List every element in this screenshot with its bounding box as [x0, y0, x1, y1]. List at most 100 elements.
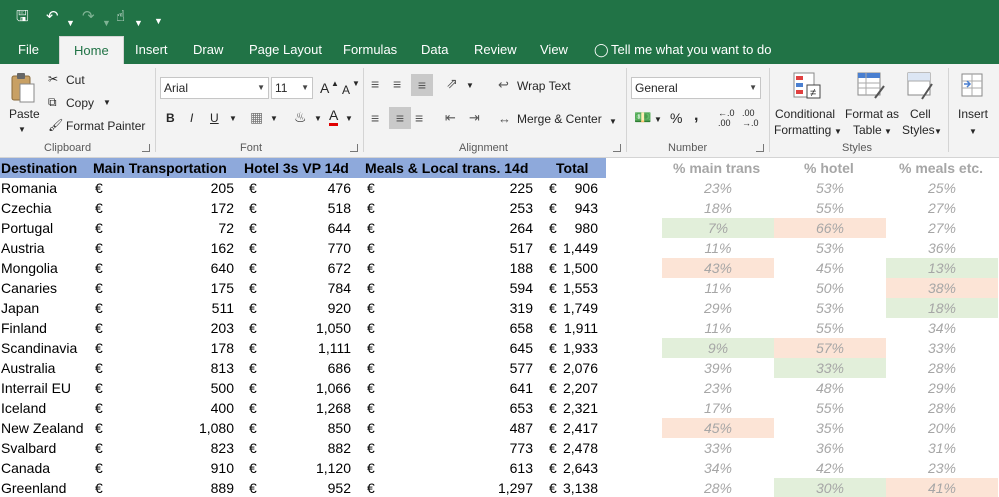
cell-pct-hotel[interactable]: 53%	[774, 238, 886, 258]
cell-currency[interactable]: €	[549, 199, 557, 217]
cell-pct-hotel[interactable]: 33%	[774, 358, 886, 378]
number-format-dropdown-icon[interactable]: ▼	[749, 78, 757, 98]
cell-pct-hotel[interactable]: 55%	[774, 398, 886, 418]
cell-main-transport[interactable]: 511	[150, 299, 234, 317]
cell-pct-main[interactable]: 11%	[662, 318, 774, 338]
cell-meals[interactable]: 658	[420, 319, 533, 337]
cell-pct-main[interactable]: 7%	[662, 218, 774, 238]
cell-currency[interactable]: €	[367, 479, 375, 497]
cell-meals[interactable]: 319	[420, 299, 533, 317]
cell-main-transport[interactable]: 640	[150, 259, 234, 277]
cell-hotel[interactable]: 476	[270, 179, 351, 197]
cell-pct-main[interactable]: 11%	[662, 278, 774, 298]
touch-dropdown-icon[interactable]: ▼	[134, 12, 143, 34]
align-top-icon[interactable]: ≡	[371, 76, 379, 92]
cell-currency[interactable]: €	[549, 419, 557, 437]
cell-meals[interactable]: 487	[420, 419, 533, 437]
font-name-combo[interactable]: Arial ▼	[160, 77, 269, 99]
format-as-table-label[interactable]: Table	[853, 122, 882, 138]
cell-destination[interactable]: Austria	[1, 239, 45, 257]
cell-pct-main[interactable]: 23%	[662, 378, 774, 398]
font-color-dropdown-icon[interactable]: ▼	[345, 111, 353, 127]
header-pct-meals[interactable]: % meals etc.	[899, 159, 983, 177]
cell-currency[interactable]: €	[367, 379, 375, 397]
cell-hotel[interactable]: 1,120	[270, 459, 351, 477]
tab-draw[interactable]: Draw	[193, 36, 223, 64]
number-format-combo[interactable]: General ▼	[631, 77, 761, 99]
cell-hotel[interactable]: 770	[270, 239, 351, 257]
cell-destination[interactable]: Romania	[1, 179, 57, 197]
align-right-icon[interactable]: ≡	[415, 110, 423, 126]
cut-button[interactable]: Cut	[66, 72, 85, 88]
cell-total[interactable]: 1,500	[558, 259, 598, 277]
cell-destination[interactable]: Svalbard	[1, 439, 56, 457]
worksheet-grid[interactable]: Destination Main Transportation Hotel 3s…	[0, 158, 999, 497]
cell-currency[interactable]: €	[549, 439, 557, 457]
cell-currency[interactable]: €	[367, 299, 375, 317]
cell-pct-meals[interactable]: 36%	[886, 238, 998, 258]
cell-currency[interactable]: €	[249, 319, 257, 337]
cell-currency[interactable]: €	[367, 279, 375, 297]
cell-destination[interactable]: New Zealand	[1, 419, 84, 437]
cell-meals[interactable]: 577	[420, 359, 533, 377]
cell-styles-button[interactable]: Cell	[910, 106, 931, 122]
format-painter-icon[interactable]: 🖌	[48, 117, 63, 133]
cell-hotel[interactable]: 644	[270, 219, 351, 237]
cell-currency[interactable]: €	[95, 239, 103, 257]
merge-center-dropdown-icon[interactable]: ▼	[609, 114, 617, 130]
format-as-table-icon[interactable]	[857, 72, 885, 100]
cell-pct-meals[interactable]: 18%	[886, 298, 998, 318]
tab-page-layout[interactable]: Page Layout	[249, 36, 322, 64]
insert-cells-icon[interactable]	[960, 72, 986, 100]
cell-total[interactable]: 943	[558, 199, 598, 217]
format-as-table-dropdown-icon[interactable]: ▼	[884, 124, 892, 140]
cell-pct-main[interactable]: 18%	[662, 198, 774, 218]
cell-total[interactable]: 2,207	[558, 379, 598, 397]
cell-total[interactable]: 1,449	[558, 239, 598, 257]
cell-pct-hotel[interactable]: 50%	[774, 278, 886, 298]
header-destination[interactable]: Destination	[1, 159, 77, 177]
cell-currency[interactable]: €	[367, 239, 375, 257]
decrease-decimal-icon[interactable]: .00 →.0	[742, 108, 759, 128]
increase-decimal-icon[interactable]: ←.0.00	[718, 108, 735, 128]
redo-dropdown-icon[interactable]: ▼	[102, 12, 111, 34]
cell-main-transport[interactable]: 889	[150, 479, 234, 497]
cell-total[interactable]: 1,911	[558, 319, 598, 337]
percent-style-button[interactable]: %	[670, 110, 682, 126]
cell-destination[interactable]: Canada	[1, 459, 50, 477]
cell-currency[interactable]: €	[367, 199, 375, 217]
cell-pct-main[interactable]: 33%	[662, 438, 774, 458]
cell-main-transport[interactable]: 910	[150, 459, 234, 477]
cell-currency[interactable]: €	[367, 319, 375, 337]
cell-pct-hotel[interactable]: 36%	[774, 438, 886, 458]
cell-destination[interactable]: Iceland	[1, 399, 46, 417]
cell-currency[interactable]: €	[549, 359, 557, 377]
accounting-dropdown-icon[interactable]: ▼	[654, 112, 662, 128]
format-painter-button[interactable]: Format Painter	[66, 118, 145, 134]
decrease-indent-icon[interactable]: ⇤	[445, 110, 456, 126]
cell-main-transport[interactable]: 500	[150, 379, 234, 397]
cell-main-transport[interactable]: 162	[150, 239, 234, 257]
cell-pct-hotel[interactable]: 57%	[774, 338, 886, 358]
cell-pct-hotel[interactable]: 53%	[774, 178, 886, 198]
number-launcher-icon[interactable]	[756, 144, 764, 152]
undo-icon[interactable]: ↶	[46, 6, 59, 28]
cell-meals[interactable]: 653	[420, 399, 533, 417]
fill-color-icon[interactable]: ♨	[294, 109, 307, 125]
italic-button[interactable]: I	[190, 110, 193, 126]
tab-insert[interactable]: Insert	[135, 36, 168, 64]
header-main-transportation[interactable]: Main Transportation	[93, 159, 227, 177]
cell-total[interactable]: 906	[558, 179, 598, 197]
cell-currency[interactable]: €	[367, 359, 375, 377]
cell-total[interactable]: 3,138	[558, 479, 598, 497]
cell-pct-main[interactable]: 29%	[662, 298, 774, 318]
cell-currency[interactable]: €	[367, 259, 375, 277]
conditional-formatting-label[interactable]: Formatting	[774, 122, 831, 138]
cell-total[interactable]: 1,749	[558, 299, 598, 317]
underline-button[interactable]: U	[210, 110, 219, 126]
cell-currency[interactable]: €	[549, 219, 557, 237]
cell-pct-main[interactable]: 23%	[662, 178, 774, 198]
cell-currency[interactable]: €	[549, 479, 557, 497]
cell-total[interactable]: 2,321	[558, 399, 598, 417]
cell-total[interactable]: 980	[558, 219, 598, 237]
